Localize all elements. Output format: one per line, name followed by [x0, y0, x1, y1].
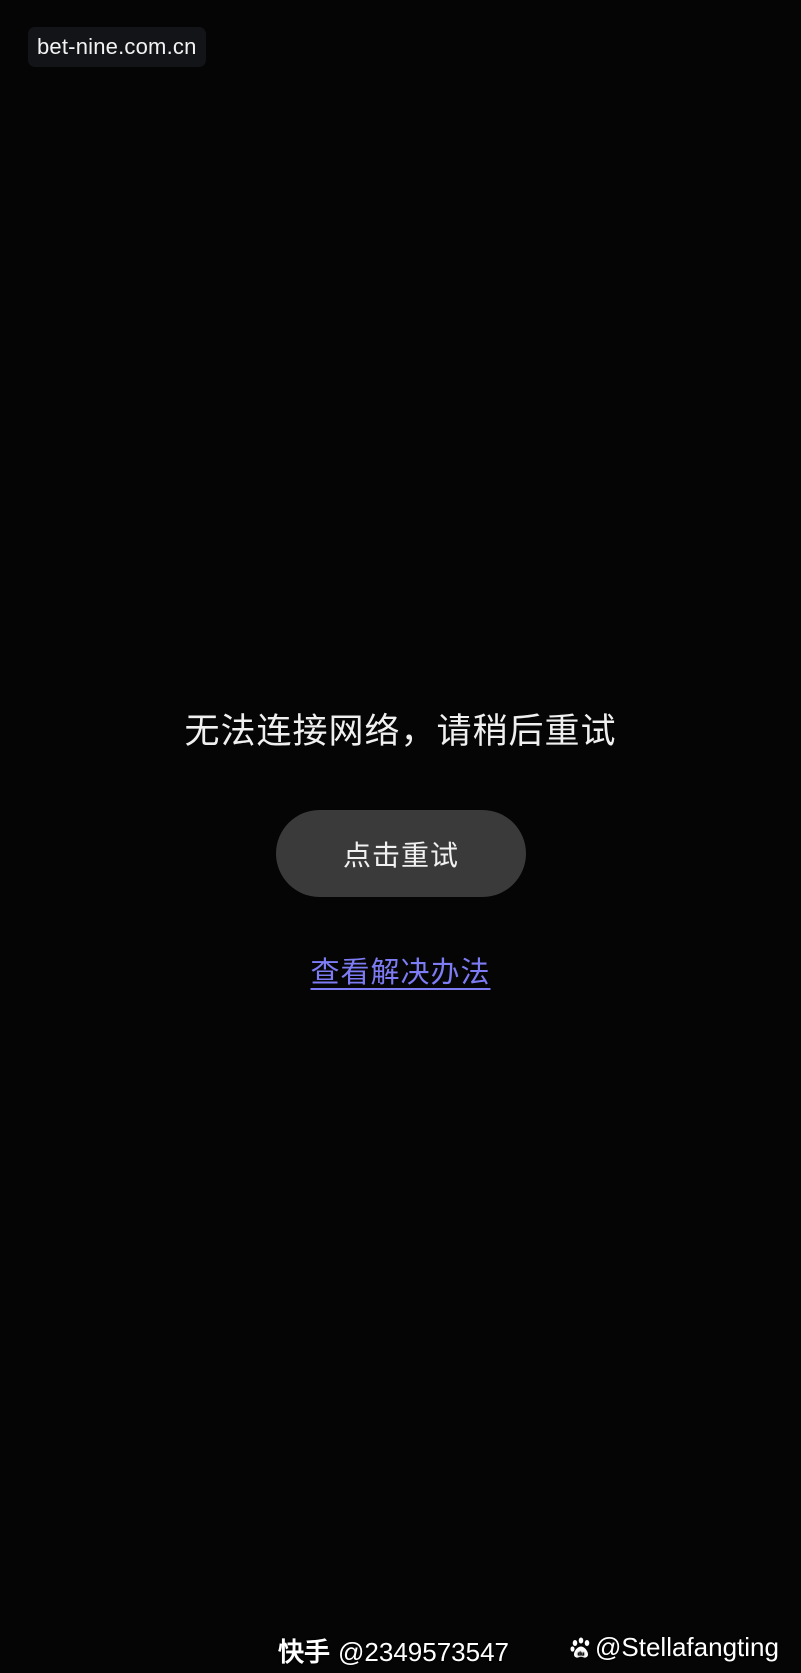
- network-error-message: 无法连接网络，请稍后重试: [184, 712, 617, 752]
- source-watermark-text: bet-nine.com.cn: [37, 34, 197, 59]
- view-solution-link[interactable]: 查看解决办法: [310, 955, 490, 989]
- kuaishou-watermark: 快手 @2349573547: [278, 1632, 509, 1669]
- baidu-paw-icon: du: [570, 1637, 590, 1658]
- view-solution-link-container: 查看解决办法: [0, 952, 801, 992]
- kuaishou-id-text: @2349573547: [338, 1637, 510, 1667]
- retry-button-label: 点击重试: [342, 838, 459, 872]
- bottom-watermarks: 快手 @2349573547 du @Stellafangting: [0, 1632, 801, 1669]
- kuaishou-brand-text: 快手: [278, 1637, 331, 1667]
- svg-text:du: du: [578, 1651, 585, 1657]
- baidu-handle-text: @Stellafangting: [595, 1632, 779, 1662]
- baidu-watermark: du @Stellafangting: [569, 1632, 779, 1663]
- source-watermark-badge: bet-nine.com.cn: [28, 27, 206, 67]
- retry-button[interactable]: 点击重试: [276, 810, 526, 897]
